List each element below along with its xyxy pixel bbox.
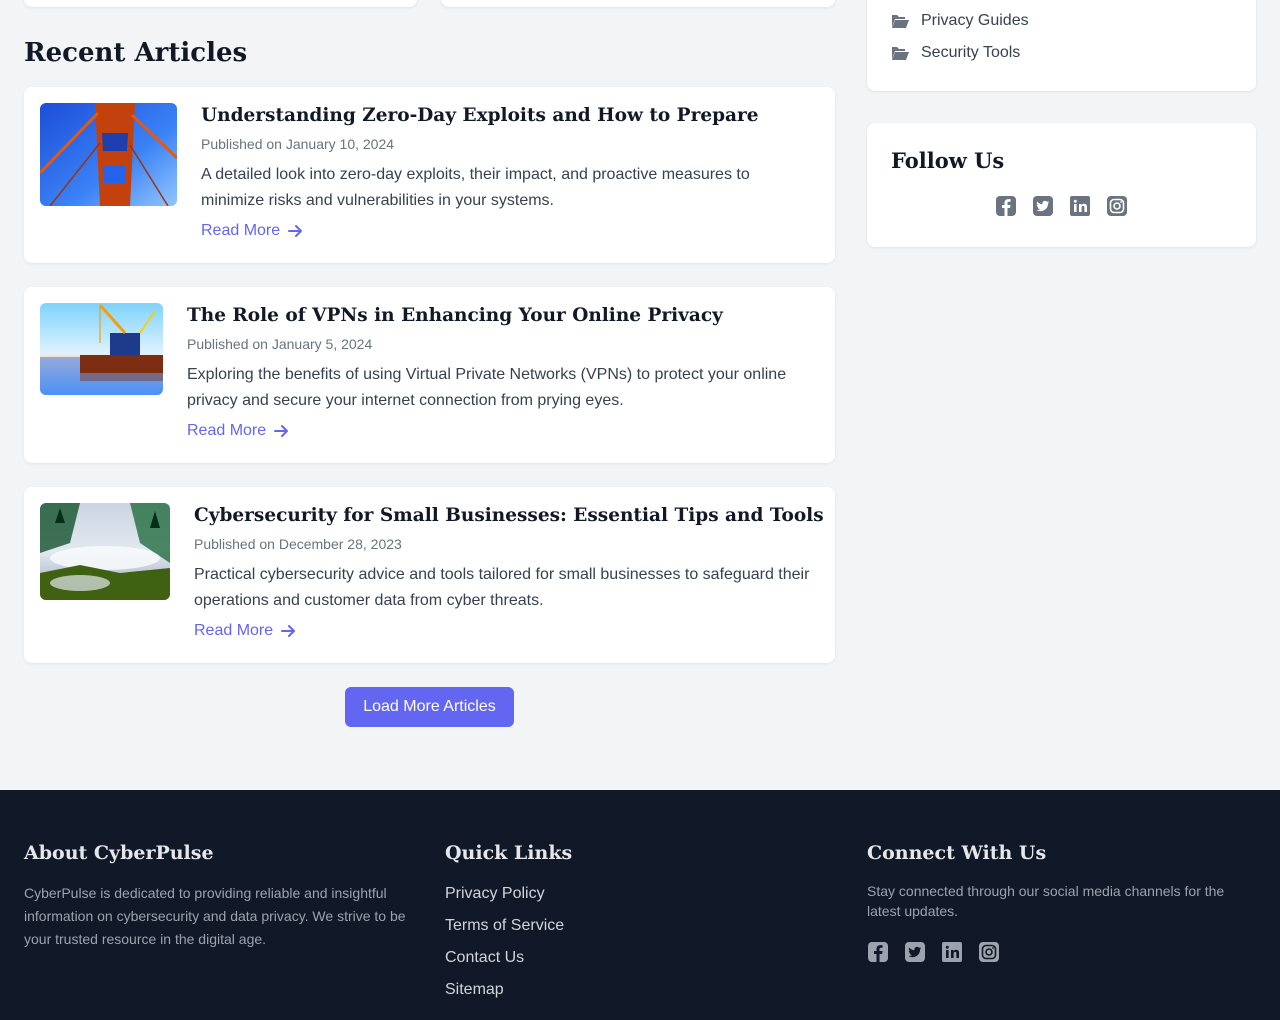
twitter-icon[interactable]	[1032, 195, 1054, 217]
article-title[interactable]: Understanding Zero-Day Exploits and How …	[201, 105, 815, 126]
read-more-link[interactable]: Read More	[187, 422, 289, 440]
previous-cards-row	[24, 0, 835, 7]
footer-connect-title: Connect With Us	[867, 842, 1047, 864]
article-excerpt: Practical cybersecurity advice and tools…	[194, 566, 810, 609]
category-item-privacy-guides[interactable]: Privacy Guides	[891, 12, 1029, 30]
article-image-bridge[interactable]	[40, 103, 177, 206]
arrow-right-icon	[274, 425, 289, 437]
article-card: The Role of VPNs in Enhancing Your Onlin…	[24, 287, 835, 463]
footer-about: About CyberPulse CyberPulse is dedicated…	[24, 842, 414, 951]
social-icons	[867, 195, 1256, 217]
read-more-label: Read More	[201, 222, 281, 239]
previous-card-right	[441, 0, 835, 7]
categories-card: Privacy Guides Security Tools	[867, 0, 1256, 91]
instagram-icon[interactable]	[1106, 195, 1128, 217]
site-footer: About CyberPulse CyberPulse is dedicated…	[0, 790, 1280, 1020]
follow-us-card: Follow Us	[867, 123, 1256, 247]
linkedin-icon[interactable]	[941, 941, 963, 963]
footer-link-sitemap[interactable]: Sitemap	[445, 980, 835, 1012]
section-title: Recent Articles	[24, 38, 248, 68]
folder-open-icon	[892, 47, 909, 60]
article-excerpt: A detailed look into zero-day exploits, …	[201, 166, 750, 209]
footer-quick-links-title: Quick Links	[445, 842, 573, 864]
instagram-icon[interactable]	[978, 941, 1000, 963]
read-more-label: Read More	[187, 422, 267, 439]
article-excerpt: Exploring the benefits of using Virtual …	[187, 366, 787, 409]
footer-quick-links: Quick Links Privacy Policy Terms of Serv…	[445, 842, 835, 1012]
article-card: Understanding Zero-Day Exploits and How …	[24, 87, 835, 263]
article-date: Published on January 10, 2024	[201, 136, 395, 152]
article-title[interactable]: Cybersecurity for Small Businesses: Esse…	[194, 505, 824, 526]
arrow-right-icon	[281, 625, 296, 637]
category-label: Privacy Guides	[921, 12, 1029, 29]
read-more-link[interactable]: Read More	[201, 222, 303, 240]
previous-card-left	[24, 0, 417, 7]
article-image-crane-ship[interactable]	[40, 303, 163, 395]
follow-title: Follow Us	[891, 148, 1005, 173]
article-image-misty-forest[interactable]	[40, 503, 170, 600]
article-date: Published on December 28, 2023	[194, 536, 402, 552]
article-date: Published on January 5, 2024	[187, 336, 373, 352]
read-more-label: Read More	[194, 622, 274, 639]
article-card: Cybersecurity for Small Businesses: Esse…	[24, 487, 835, 663]
footer-link-contact-us[interactable]: Contact Us	[445, 948, 835, 980]
folder-open-icon	[892, 15, 909, 28]
article-title[interactable]: The Role of VPNs in Enhancing Your Onlin…	[187, 305, 815, 326]
facebook-icon[interactable]	[995, 195, 1017, 217]
linkedin-icon[interactable]	[1069, 195, 1091, 217]
footer-about-text: CyberPulse is dedicated to providing rel…	[24, 885, 406, 947]
load-more-button[interactable]: Load More Articles	[345, 687, 514, 727]
read-more-link[interactable]: Read More	[194, 622, 296, 640]
facebook-icon[interactable]	[867, 941, 889, 963]
footer-about-title: About CyberPulse	[24, 842, 214, 864]
category-item-security-tools[interactable]: Security Tools	[891, 44, 1020, 62]
category-label: Security Tools	[921, 44, 1021, 61]
footer-connect-text: Stay connected through our social media …	[867, 883, 1225, 919]
arrow-right-icon	[288, 225, 303, 237]
footer-link-privacy-policy[interactable]: Privacy Policy	[445, 884, 835, 916]
footer-connect: Connect With Us Stay connected through o…	[867, 842, 1256, 963]
footer-social-icons	[867, 941, 1256, 963]
footer-link-terms-of-service[interactable]: Terms of Service	[445, 916, 835, 948]
twitter-icon[interactable]	[904, 941, 926, 963]
